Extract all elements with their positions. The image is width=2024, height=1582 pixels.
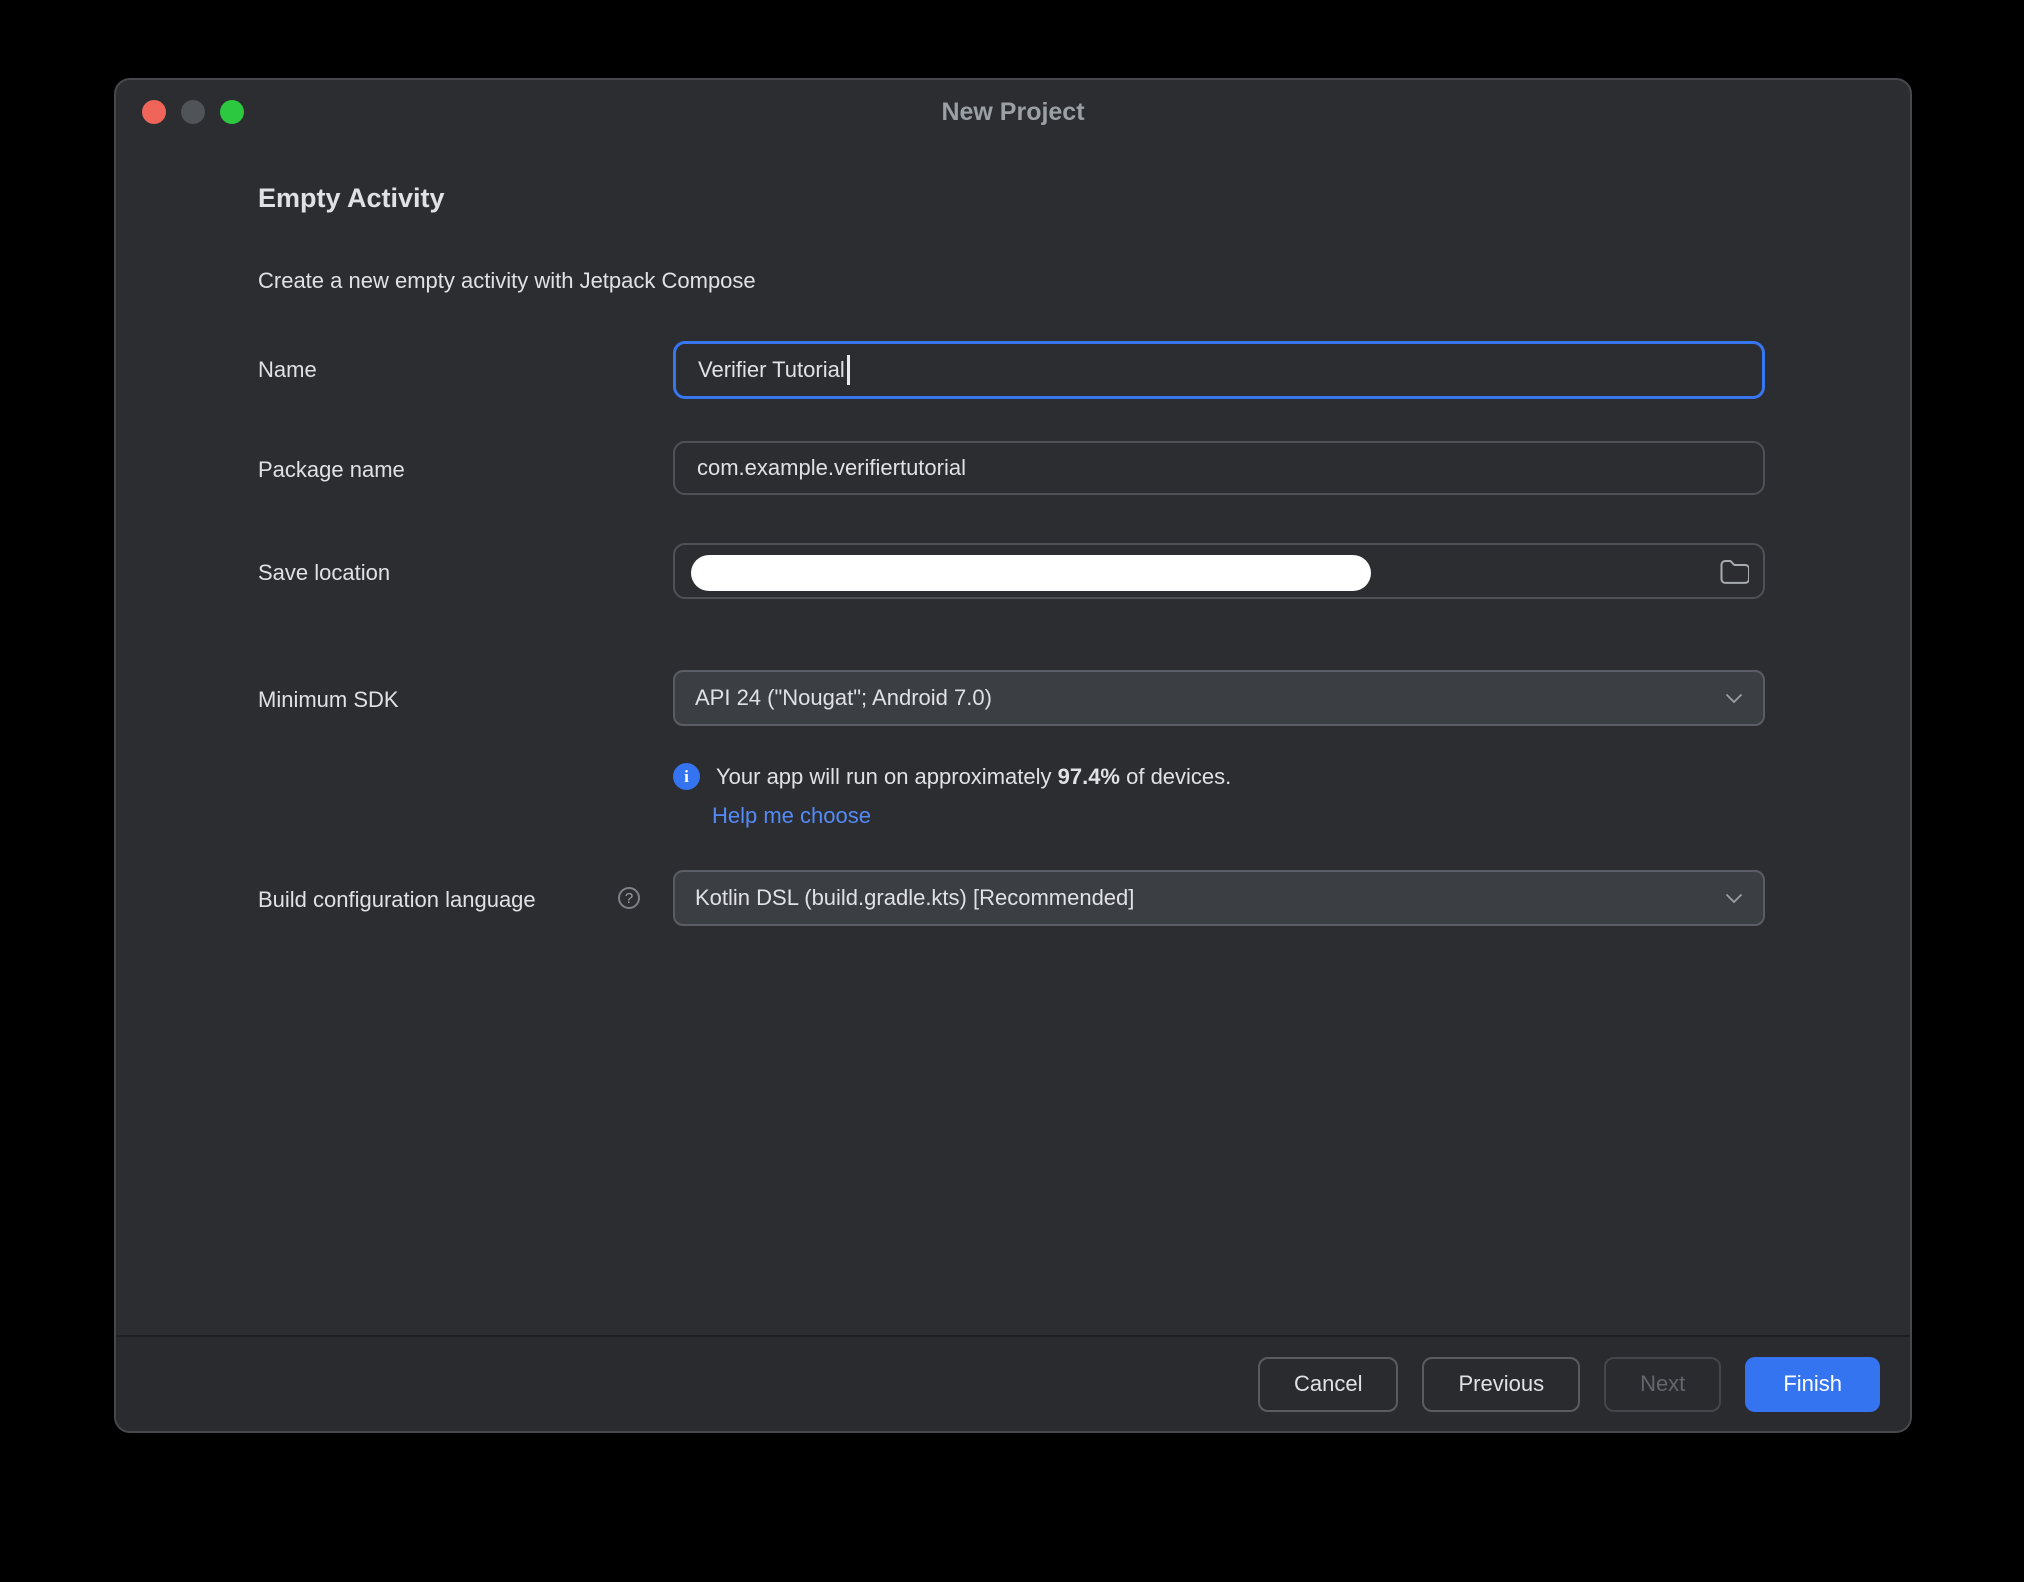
build-config-label: Build configuration language [258, 887, 536, 913]
save-location-label: Save location [258, 560, 390, 586]
finish-button[interactable]: Finish [1745, 1357, 1880, 1412]
next-button: Next [1604, 1357, 1721, 1412]
previous-button[interactable]: Previous [1422, 1357, 1580, 1412]
redacted-path-overlay [691, 555, 1371, 591]
window-title: New Project [116, 98, 1910, 127]
minimum-sdk-value: API 24 ("Nougat"; Android 7.0) [695, 685, 992, 711]
browse-folder-button[interactable] [1719, 545, 1749, 597]
page-title: Empty Activity [258, 183, 445, 214]
info-icon: i [673, 763, 700, 790]
help-me-choose-link[interactable]: Help me choose [712, 803, 871, 829]
build-config-value: Kotlin DSL (build.gradle.kts) [Recommend… [695, 885, 1134, 911]
help-circle-icon[interactable]: ? [618, 887, 640, 909]
package-name-label: Package name [258, 457, 405, 483]
new-project-dialog: New Project Empty Activity Create a new … [114, 78, 1912, 1433]
coverage-percent: 97.4% [1058, 764, 1120, 789]
dialog-footer: Cancel Previous Next Finish [116, 1335, 1910, 1431]
chevron-down-icon [1725, 893, 1743, 904]
package-name-value: com.example.verifiertutorial [697, 455, 966, 481]
build-config-select[interactable]: Kotlin DSL (build.gradle.kts) [Recommend… [673, 870, 1765, 926]
name-label: Name [258, 357, 317, 383]
package-name-input[interactable]: com.example.verifiertutorial [673, 441, 1765, 495]
name-input[interactable]: Verifier Tutorial [673, 341, 1765, 399]
sdk-info-text: i Your app will run on approximately 97.… [673, 763, 1231, 790]
name-value: Verifier Tutorial [698, 357, 845, 383]
minimum-sdk-select[interactable]: API 24 ("Nougat"; Android 7.0) [673, 670, 1765, 726]
device-coverage-text: Your app will run on approximately 97.4%… [716, 764, 1231, 790]
save-location-input[interactable] [673, 543, 1765, 599]
page-subtitle: Create a new empty activity with Jetpack… [258, 268, 756, 294]
chevron-down-icon [1725, 693, 1743, 704]
minimum-sdk-label: Minimum SDK [258, 687, 399, 713]
titlebar: New Project [116, 80, 1910, 144]
cancel-button[interactable]: Cancel [1258, 1357, 1398, 1412]
folder-icon [1719, 558, 1749, 584]
text-cursor [847, 355, 850, 385]
